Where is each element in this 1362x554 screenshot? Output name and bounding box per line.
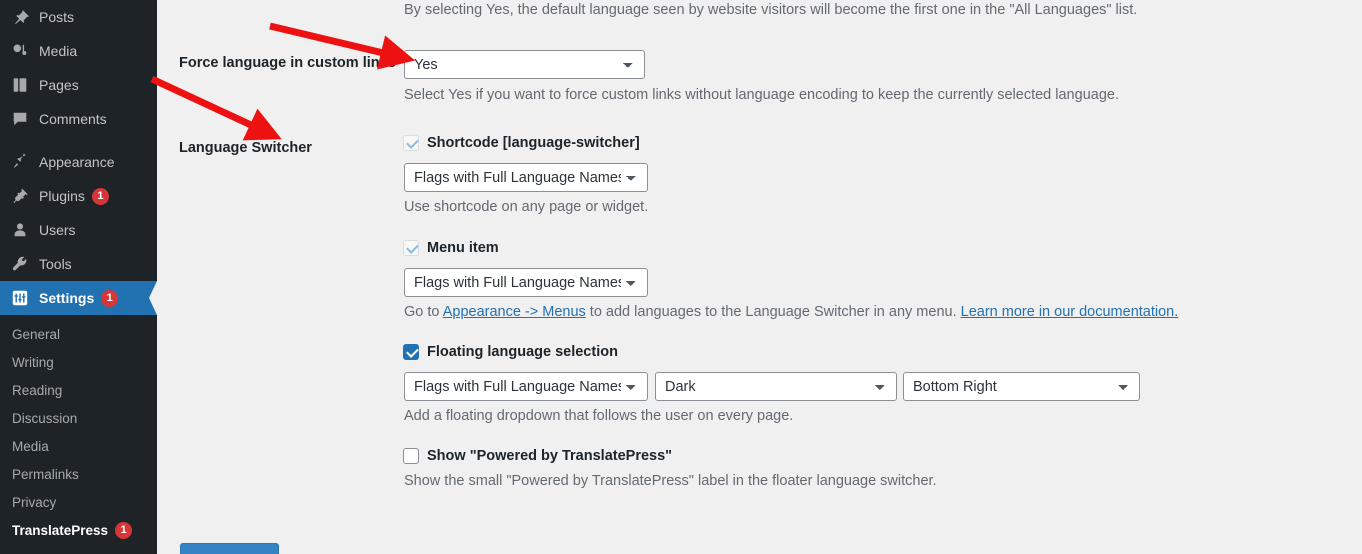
sidebar-item-label: Plugins (39, 188, 85, 204)
force-language-dropdown[interactable]: YesNo (404, 50, 645, 79)
sidebar-item-label: Pages (39, 77, 79, 93)
plugins-update-badge: 1 (91, 187, 109, 205)
sidebar-item-settings[interactable]: Settings 1 (0, 281, 157, 315)
settings-content: By selecting Yes, the default language s… (157, 0, 1362, 554)
language-switcher-section-label: Language Switcher (179, 140, 312, 156)
sidebar-separator (0, 136, 157, 145)
shortcode-label: Shortcode [language-switcher] (427, 135, 640, 151)
sidebar-item-plugins[interactable]: Plugins 1 (0, 179, 157, 213)
comments-icon (10, 109, 30, 129)
floating-style-dropdown[interactable]: Flags with Full Language NamesFlags with… (404, 372, 648, 401)
submenu-item-label: Privacy (12, 494, 57, 510)
sidebar-item-media[interactable]: Media (0, 34, 157, 68)
top-description: By selecting Yes, the default language s… (404, 2, 1138, 18)
settings-submenu: General Writing Reading Discussion Media… (0, 315, 157, 544)
powered-by-help: Show the small "Powered by TranslatePres… (404, 473, 937, 489)
shortcode-help: Use shortcode on any page or widget. (404, 199, 649, 215)
floating-theme-dropdown[interactable]: DarkLight (655, 372, 897, 401)
menu-item-label: Menu item (427, 240, 499, 256)
submenu-item-permalinks[interactable]: Permalinks (0, 460, 157, 488)
menu-item-help-prefix: Go to (404, 304, 443, 320)
media-icon (10, 41, 30, 61)
powered-by-row: Show "Powered by TranslatePress" (403, 448, 672, 464)
shortcode-style-dropdown[interactable]: Flags with Full Language NamesFlags with… (404, 163, 648, 192)
powered-by-label: Show "Powered by TranslatePress" (427, 448, 673, 464)
tools-wrench-icon (10, 254, 30, 274)
shortcode-row: Shortcode [language-switcher] (403, 135, 640, 151)
submenu-item-privacy[interactable]: Privacy (0, 488, 157, 516)
settings-sliders-icon (10, 288, 30, 308)
sidebar-item-label: Media (39, 43, 78, 59)
menu-item-style-dropdown[interactable]: Flags with Full Language NamesFlags with… (404, 268, 648, 297)
menu-item-help: Go to Appearance -> Menus to add languag… (404, 304, 1178, 320)
floating-label: Floating language selection (427, 344, 618, 360)
floating-row: Floating language selection (403, 344, 618, 360)
powered-by-checkbox[interactable] (403, 448, 419, 464)
sidebar-item-posts[interactable]: Posts (0, 0, 157, 34)
submenu-item-label: Discussion (12, 410, 78, 426)
appearance-menus-link[interactable]: Appearance -> Menus (443, 304, 586, 320)
pages-icon (10, 75, 30, 95)
admin-sidebar: Posts Media Pages Comments Appearance Pl… (0, 0, 157, 554)
wordpress-admin-screen: Posts Media Pages Comments Appearance Pl… (0, 0, 1362, 554)
submenu-item-label: TranslatePress (12, 522, 109, 538)
shortcode-checkbox[interactable] (403, 135, 419, 151)
plugins-plug-icon (10, 186, 30, 206)
submenu-item-media[interactable]: Media (0, 432, 157, 460)
submenu-item-translatepress[interactable]: TranslatePress 1 (0, 516, 157, 544)
appearance-brush-icon (10, 152, 30, 172)
sidebar-item-label: Appearance (39, 154, 115, 170)
submenu-item-label: Permalinks (12, 466, 79, 482)
submenu-item-general[interactable]: General (0, 320, 157, 348)
submenu-item-reading[interactable]: Reading (0, 376, 157, 404)
menu-item-row: Menu item (403, 240, 499, 256)
sidebar-item-label: Settings (39, 290, 95, 306)
force-language-label: Force language in custom links (179, 55, 396, 71)
submenu-item-label: Media (12, 438, 49, 454)
translatepress-update-badge: 1 (115, 521, 133, 539)
floating-position-dropdown[interactable]: Bottom RightBottom LeftTop RightTop Left (903, 372, 1140, 401)
sidebar-item-appearance[interactable]: Appearance (0, 145, 157, 179)
submenu-item-discussion[interactable]: Discussion (0, 404, 157, 432)
sidebar-item-comments[interactable]: Comments (0, 102, 157, 136)
submenu-item-label: Reading (12, 382, 63, 398)
menu-item-help-middle: to add languages to the Language Switche… (585, 304, 961, 320)
floating-checkbox[interactable] (403, 344, 419, 360)
sidebar-item-label: Posts (39, 9, 75, 25)
pin-icon (10, 7, 30, 27)
submenu-item-writing[interactable]: Writing (0, 348, 157, 376)
sidebar-item-tools[interactable]: Tools (0, 247, 157, 281)
floating-help: Add a floating dropdown that follows the… (404, 408, 794, 424)
sidebar-item-pages[interactable]: Pages (0, 68, 157, 102)
submenu-item-label: Writing (12, 354, 54, 370)
users-person-icon (10, 220, 30, 240)
sidebar-item-label: Comments (39, 111, 107, 127)
settings-update-badge: 1 (101, 289, 119, 307)
sidebar-item-users[interactable]: Users (0, 213, 157, 247)
save-changes-button[interactable]: Save Changes (180, 543, 279, 554)
documentation-link[interactable]: Learn more in our documentation. (961, 304, 1179, 320)
submenu-item-label: General (12, 326, 61, 342)
menu-item-checkbox[interactable] (403, 240, 419, 256)
sidebar-item-label: Users (39, 222, 76, 238)
force-language-help: Select Yes if you want to force custom l… (404, 87, 1119, 103)
sidebar-item-label: Tools (39, 256, 72, 272)
